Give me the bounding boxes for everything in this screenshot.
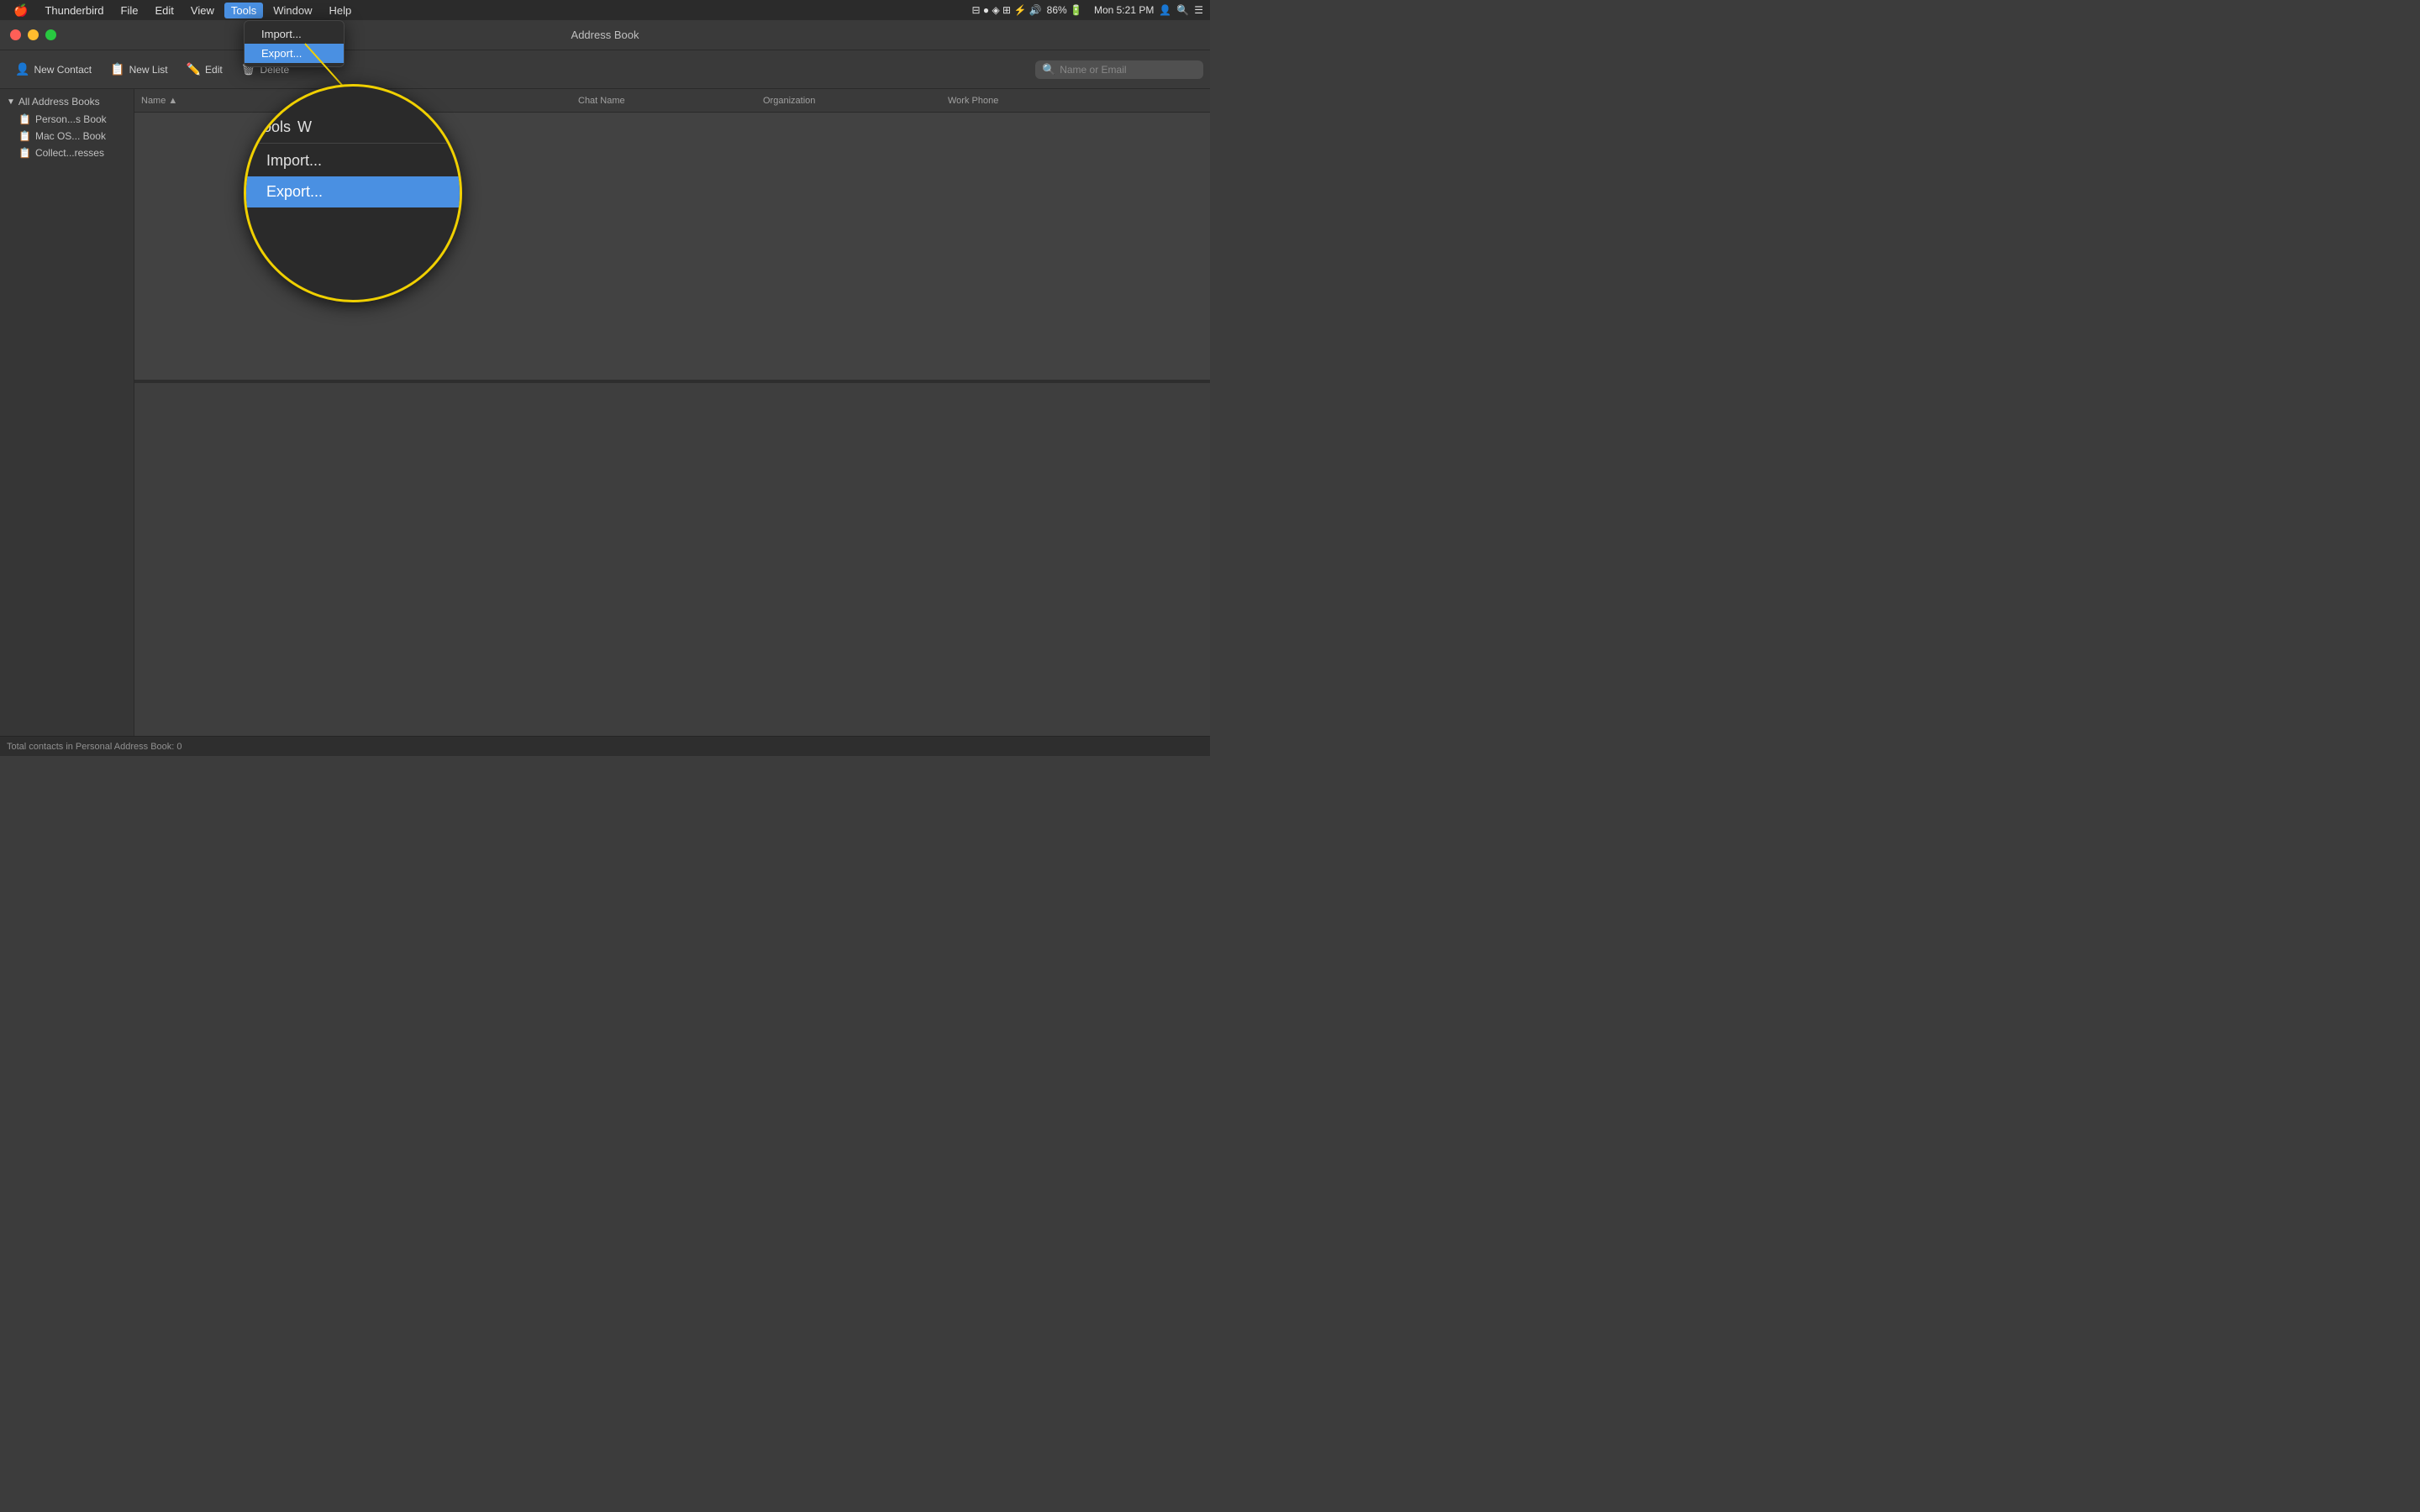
col-header-phone[interactable]: Work Phone: [948, 96, 1203, 106]
window-title: Address Book: [571, 29, 639, 41]
search-icon: 🔍: [1042, 63, 1055, 76]
new-list-button[interactable]: 📋 New List: [102, 59, 176, 80]
apple-menu[interactable]: 🍎: [7, 3, 34, 18]
sidebar-all-address-books[interactable]: ▼ All Address Books: [0, 92, 134, 111]
menubar: 🍎 Thunderbird File Edit View Tools Windo…: [0, 0, 1210, 20]
magnify-circle: ools W Import... Export...: [244, 84, 462, 302]
tools-export-item[interactable]: Export...: [245, 44, 344, 63]
edit-icon: ✏️: [187, 62, 201, 76]
menubar-help[interactable]: Help: [322, 3, 358, 18]
new-contact-label: New Contact: [34, 64, 92, 76]
search-bar[interactable]: 🔍: [1035, 60, 1203, 79]
search-input[interactable]: [1060, 64, 1197, 76]
menubar-view[interactable]: View: [184, 3, 221, 18]
new-contact-button[interactable]: 👤 New Contact: [7, 59, 100, 80]
bottom-pane: [134, 383, 1210, 736]
clock: Mon 5:21 PM: [1094, 4, 1154, 16]
chevron-down-icon: ▼: [7, 97, 15, 107]
tools-dropdown: Import... Export...: [244, 20, 345, 67]
sidebar-item-label: Collect...resses: [35, 147, 104, 159]
magnify-tools-label: ools: [263, 118, 291, 136]
tools-import-item[interactable]: Import...: [245, 24, 344, 44]
sidebar-item-personal[interactable]: 📋 Person...s Book: [0, 111, 134, 128]
magnify-window-label: W: [297, 118, 312, 136]
window-controls: [10, 29, 56, 40]
new-list-label: New List: [129, 64, 168, 76]
edit-label: Edit: [205, 64, 223, 76]
status-text: Total contacts in Personal Address Book:…: [7, 742, 182, 752]
address-book-icon: 📋: [18, 113, 31, 125]
magnify-export-item[interactable]: Export...: [246, 176, 460, 207]
edit-button[interactable]: ✏️ Edit: [178, 59, 231, 80]
menubar-window[interactable]: Window: [266, 3, 318, 18]
toolbar: 👤 New Contact 📋 New List ✏️ Edit 🗑 Delet…: [0, 50, 1210, 89]
user-icon: 👤: [1159, 4, 1171, 16]
menubar-thunderbird[interactable]: Thunderbird: [38, 3, 110, 18]
menubar-tools[interactable]: Tools: [224, 3, 263, 18]
sort-icon: ▲: [168, 96, 177, 106]
statusbar: Total contacts in Personal Address Book:…: [0, 736, 1210, 756]
sidebar-section-label: All Address Books: [18, 96, 100, 108]
titlebar: Address Book: [0, 20, 1210, 50]
magnify-menu-header: ools W: [246, 112, 460, 141]
magnify-divider: [246, 143, 460, 144]
sidebar-item-collected[interactable]: 📋 Collect...resses: [0, 144, 134, 161]
battery-indicator: 86% 🔋: [1047, 4, 1082, 16]
new-contact-icon: 👤: [15, 62, 29, 76]
main-layout: ▼ All Address Books 📋 Person...s Book 📋 …: [0, 89, 1210, 736]
sidebar-item-label: Mac OS... Book: [35, 130, 106, 142]
menubar-file[interactable]: File: [114, 3, 145, 18]
address-book-icon: 📋: [18, 147, 31, 159]
menubar-right: ⊟ ● ◈ ⊞ ⚡ 🔊 86% 🔋 Mon 5:21 PM 👤 🔍 ☰: [972, 4, 1203, 16]
magnify-content: ools W Import... Export...: [246, 112, 460, 207]
close-button[interactable]: [10, 29, 21, 40]
col-header-org[interactable]: Organization: [763, 96, 948, 106]
menubar-icons: ⊟ ● ◈ ⊞ ⚡ 🔊: [972, 4, 1042, 16]
col-header-chat[interactable]: Chat Name: [578, 96, 763, 106]
sidebar-item-label: Person...s Book: [35, 113, 107, 125]
menubar-edit[interactable]: Edit: [149, 3, 181, 18]
address-book-icon: 📋: [18, 130, 31, 142]
sidebar: ▼ All Address Books 📋 Person...s Book 📋 …: [0, 89, 134, 736]
control-center-icon[interactable]: ☰: [1194, 4, 1203, 16]
maximize-button[interactable]: [45, 29, 56, 40]
sidebar-item-macos[interactable]: 📋 Mac OS... Book: [0, 128, 134, 144]
new-list-icon: 📋: [110, 62, 124, 76]
magnify-import-item[interactable]: Import...: [246, 145, 460, 176]
magnify-container: ools W Import... Export...: [244, 84, 462, 302]
search-icon[interactable]: 🔍: [1176, 4, 1189, 16]
minimize-button[interactable]: [28, 29, 39, 40]
